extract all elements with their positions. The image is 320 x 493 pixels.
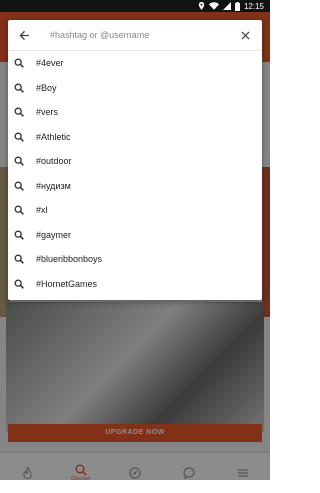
search-icon <box>14 132 24 142</box>
search-result-item[interactable]: #gaymer <box>8 223 262 248</box>
search-icon <box>14 58 24 69</box>
search-result-label: #HornetGames <box>36 278 98 289</box>
search-icon <box>14 254 24 265</box>
search-result-item[interactable]: #Athletic <box>8 125 262 150</box>
search-result-item[interactable]: #Boy <box>8 76 262 101</box>
search-result-item[interactable]: #vers <box>8 100 262 125</box>
clear-button[interactable] <box>234 20 256 50</box>
back-button[interactable] <box>11 20 37 50</box>
status-time: 12:15 <box>243 1 264 11</box>
search-icon <box>14 205 24 216</box>
search-result-label: #Athletic <box>36 131 71 142</box>
search-icon <box>14 156 24 167</box>
search-icon <box>14 279 24 289</box>
search-icon <box>14 230 24 240</box>
search-result-item[interactable]: #xl <box>8 198 262 223</box>
wifi-icon <box>208 2 219 10</box>
search-result-label: #Boy <box>36 82 57 93</box>
search-result-item[interactable]: #нудизм <box>8 174 262 199</box>
search-input[interactable] <box>50 25 220 45</box>
location-icon <box>198 2 205 10</box>
search-header <box>8 20 262 51</box>
search-result-item[interactable]: #4ever <box>8 51 262 76</box>
status-bar: 12:15 <box>0 0 270 12</box>
search-panel: #4ever #Boy #vers #Athletic #outdoor #ну… <box>8 20 262 300</box>
search-result-label: #vers <box>36 107 59 118</box>
battery-icon <box>235 1 240 11</box>
search-result-label: #4ever <box>36 58 64 69</box>
search-result-label: #blueribbonboys <box>36 254 103 265</box>
search-result-label: #outdoor <box>36 156 72 167</box>
search-icon <box>14 107 24 118</box>
search-result-item[interactable]: #HornetGames <box>8 272 262 297</box>
search-result-label: #нудизм <box>36 180 71 191</box>
arrow-left-icon <box>18 30 29 40</box>
search-result-label: #xl <box>36 205 48 216</box>
search-icon <box>14 181 24 191</box>
search-result-item[interactable]: #blueribbonboys <box>8 247 262 272</box>
signal-icon <box>222 2 231 10</box>
search-result-item[interactable]: #outdoor <box>8 149 262 174</box>
search-icon <box>14 83 24 93</box>
close-icon <box>240 30 250 40</box>
search-result-label: #gaymer <box>36 229 72 240</box>
search-results: #4ever #Boy #vers #Athletic #outdoor #ну… <box>8 51 262 296</box>
